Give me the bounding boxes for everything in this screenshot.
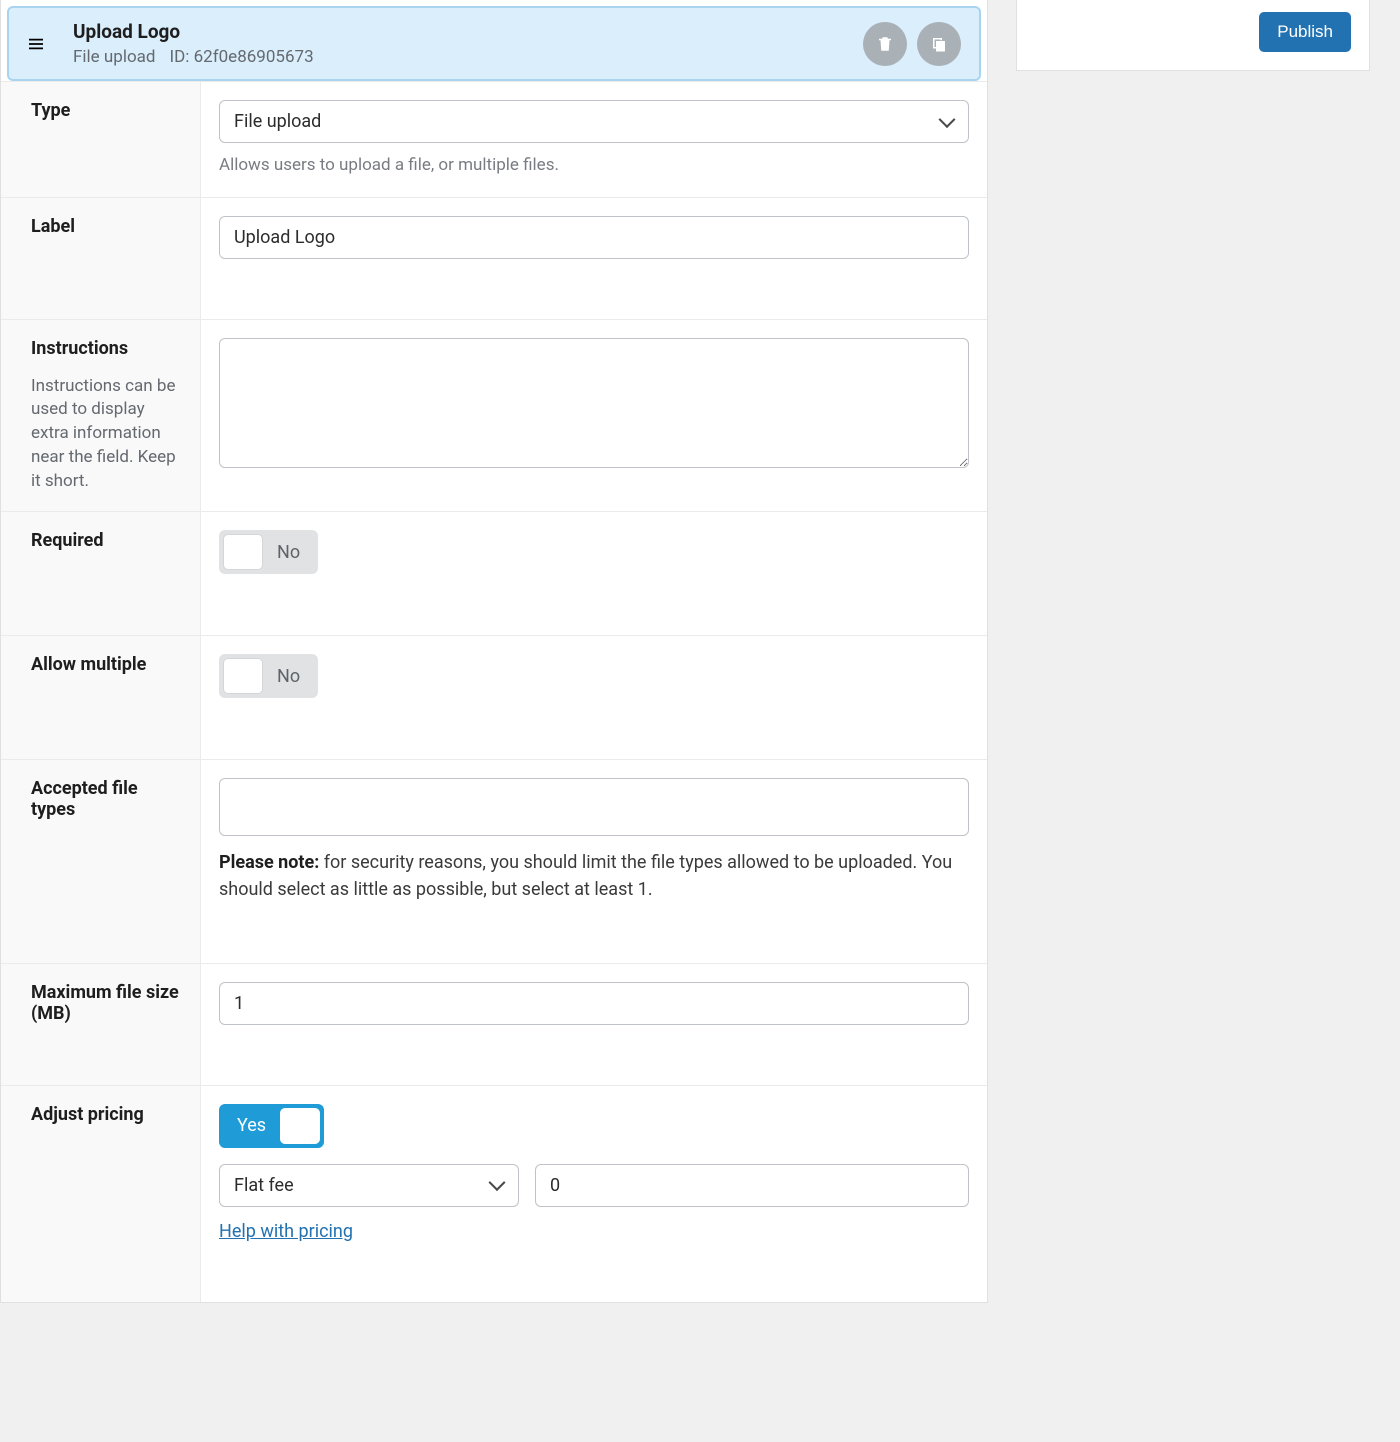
- adjust-pricing-label: Adjust pricing: [1, 1086, 201, 1302]
- trash-icon: [876, 35, 894, 53]
- field-header-info: Upload Logo File upload ID: 62f0e86905673: [73, 20, 863, 67]
- allow-multiple-toggle[interactable]: No: [219, 654, 318, 698]
- max-size-input[interactable]: [219, 982, 969, 1025]
- instructions-label: Instructions Instructions can be used to…: [1, 320, 201, 512]
- toggle-knob: [280, 1108, 320, 1144]
- required-toggle-label: No: [263, 542, 314, 563]
- label-label: Label: [1, 198, 201, 319]
- field-header[interactable]: Upload Logo File upload ID: 62f0e86905673: [7, 6, 981, 81]
- copy-icon: [930, 35, 948, 53]
- type-select[interactable]: File upload: [219, 100, 969, 143]
- allow-multiple-label: Allow multiple: [1, 636, 201, 759]
- toggle-knob: [223, 534, 263, 570]
- fee-amount-input[interactable]: [535, 1164, 969, 1207]
- type-hint: Allows users to upload a file, or multip…: [219, 153, 969, 179]
- drag-handle-icon[interactable]: [29, 37, 43, 51]
- type-label: Type: [1, 82, 201, 197]
- field-id-label: ID:: [169, 47, 189, 67]
- required-label: Required: [1, 512, 201, 635]
- fee-type-select[interactable]: Flat fee: [219, 1164, 519, 1207]
- label-input[interactable]: [219, 216, 969, 259]
- help-with-pricing-link[interactable]: Help with pricing: [219, 1221, 353, 1242]
- required-toggle[interactable]: No: [219, 530, 318, 574]
- adjust-pricing-toggle-label: Yes: [223, 1115, 280, 1136]
- publish-box: Publish: [1016, 0, 1370, 71]
- adjust-pricing-toggle[interactable]: Yes: [219, 1104, 324, 1148]
- field-subtitle: File upload ID: 62f0e86905673: [73, 47, 863, 67]
- accepted-types-note: Please note: for security reasons, you s…: [219, 850, 969, 902]
- duplicate-button[interactable]: [917, 22, 961, 66]
- field-title: Upload Logo: [73, 20, 863, 43]
- toggle-knob: [223, 658, 263, 694]
- publish-button[interactable]: Publish: [1259, 12, 1351, 52]
- max-size-label: Maximum file size (MB): [1, 964, 201, 1085]
- accepted-types-label: Accepted file types: [1, 760, 201, 962]
- field-type: File upload: [73, 47, 155, 67]
- allow-multiple-toggle-label: No: [263, 666, 314, 687]
- delete-button[interactable]: [863, 22, 907, 66]
- instructions-help: Instructions can be used to display extr…: [31, 375, 184, 494]
- instructions-textarea[interactable]: [219, 338, 969, 468]
- accepted-types-input[interactable]: [219, 778, 969, 836]
- field-id-value: 62f0e86905673: [194, 47, 314, 67]
